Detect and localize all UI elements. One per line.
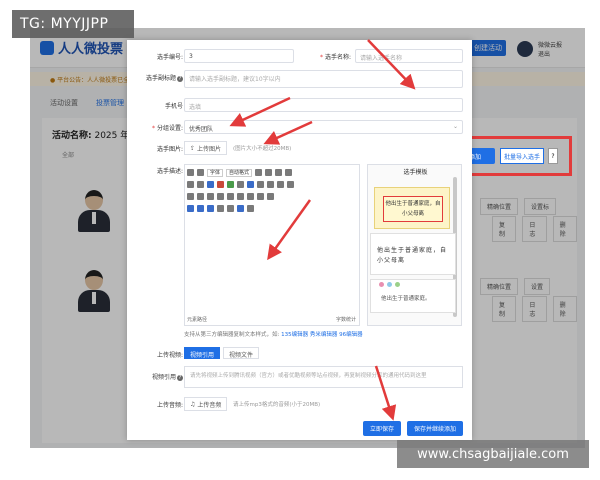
video-ref-textarea[interactable]: 请先将视频上传到腾讯视频（官方）或者优酷视频等站点视频，再复制视频分享的通用代码… — [184, 366, 463, 388]
save-and-continue-button[interactable]: 保存并继续添加 — [407, 421, 463, 436]
help-icon: ? — [177, 375, 183, 381]
screenshot-stage: 人人微投票 创建活动 微微云报 退出 ● 平台公告：人人微投票已全面升级，欢迎使… — [0, 0, 600, 480]
editor-link-135[interactable]: 135编辑器 — [281, 332, 308, 338]
template-card-text: 他出生于普通家庭，自小父母离 — [377, 247, 448, 264]
emoji-icon[interactable] — [257, 193, 264, 200]
bold-icon[interactable] — [255, 169, 263, 176]
list-icon[interactable] — [277, 181, 284, 188]
font-family-select[interactable]: 字体 — [207, 168, 224, 177]
phone-input[interactable]: 选填 — [184, 98, 463, 112]
phone-label: 手机号 — [164, 103, 183, 110]
anchor-icon[interactable] — [187, 205, 194, 212]
tab-video-link[interactable]: 视频引用 — [184, 347, 221, 359]
template-card[interactable]: 他出生于普通家庭，自小父母离 — [370, 233, 456, 275]
rich-text-editor: 字体 自动格式 元素路径 字数统计 — [184, 164, 360, 326]
subtitle-input[interactable]: 请输入选手副标题，建议10字以内 — [184, 70, 463, 88]
help-icon: ? — [177, 76, 183, 82]
undo-icon[interactable] — [197, 169, 204, 176]
audio-hint: 请上传mp3格式的音频(小于20MB) — [233, 402, 321, 408]
description-label: 选手描述: — [156, 168, 183, 175]
align-center-icon[interactable] — [217, 193, 224, 200]
link-icon[interactable] — [207, 181, 214, 188]
map-icon[interactable] — [227, 205, 234, 212]
italic-icon[interactable] — [265, 169, 273, 176]
tab-video-file[interactable]: 视频文件 — [223, 347, 260, 359]
editor-support-text: 支持从第三方编辑器复制文本样式，如: 135编辑器 秀米编辑器 96编辑器 — [184, 332, 363, 338]
headphones-icon: ♫ — [190, 400, 196, 408]
audio-label: 上传音频: — [156, 402, 183, 409]
special-char-icon[interactable] — [267, 193, 274, 200]
editor-content-area[interactable] — [187, 217, 359, 313]
editor-word-count: 字数统计 — [335, 317, 356, 323]
justify-icon[interactable] — [237, 193, 244, 200]
telegram-watermark: TG: MYYJJPP — [12, 10, 134, 38]
upload-icon: ⇪ — [190, 144, 196, 152]
editor-link-xiumi[interactable]: 秀米编辑器 — [310, 332, 338, 338]
image-icon[interactable] — [247, 181, 254, 188]
template-card[interactable]: 他出生于普通家庭，自小父母离 — [374, 187, 450, 229]
quote-icon[interactable] — [237, 181, 244, 188]
name-input[interactable]: 请输入选手名称 — [355, 49, 463, 63]
search-icon[interactable] — [247, 193, 254, 200]
site-watermark: www.chsagbaijiale.com — [397, 440, 589, 468]
upload-image-button[interactable]: ⇪ 上传图片 — [184, 141, 228, 155]
template-icon[interactable] — [237, 205, 244, 212]
align-left-icon[interactable] — [187, 193, 194, 200]
template-card-text: 他出生于普通家庭。 — [381, 296, 431, 302]
chevron-down-icon: ⌄ — [452, 123, 458, 130]
font-color-icon[interactable] — [217, 181, 224, 188]
ordered-list-icon[interactable] — [287, 181, 294, 188]
font-size-select[interactable]: 自动格式 — [226, 168, 253, 177]
editor-element-path: 元素路径 — [187, 317, 208, 323]
number-input[interactable]: 3 — [184, 49, 294, 63]
group-select[interactable]: 优秀团队 ⌄ — [184, 120, 463, 134]
indent-icon[interactable] — [207, 193, 214, 200]
superscript-icon[interactable] — [197, 181, 204, 188]
group-label: * 分组设置: — [152, 125, 183, 132]
text-format-icon[interactable] — [267, 181, 274, 188]
preview-icon[interactable] — [247, 205, 254, 212]
html-source-icon[interactable] — [187, 169, 194, 176]
video-icon[interactable] — [207, 205, 214, 212]
video-ref-label: 视频引用? — [151, 374, 183, 381]
strikethrough-icon[interactable] — [285, 169, 293, 176]
image-hint: (图片大小不超过20MB) — [233, 146, 292, 152]
editor-link-96[interactable]: 96编辑器 — [339, 332, 363, 338]
template-card-text: 他出生于普通家庭，自小父母离 — [383, 196, 443, 222]
decoration-dots-icon — [379, 282, 400, 287]
save-button[interactable]: 立即保存 — [363, 421, 401, 436]
highlight-color-icon[interactable] — [227, 181, 234, 188]
template-card[interactable]: 他出生于普通家庭。 — [370, 279, 456, 313]
table-icon[interactable] — [257, 181, 264, 188]
editor-toolbar: 字体 自动格式 — [187, 167, 359, 215]
underline-icon[interactable] — [275, 169, 283, 176]
image-label: 选手图片: — [156, 146, 183, 153]
clear-format-icon[interactable] — [187, 181, 194, 188]
upload-audio-button[interactable]: ♫ 上传音频 — [184, 397, 228, 411]
video-label: 上传视频: — [156, 352, 183, 359]
name-label: * 选手名称: — [320, 54, 351, 61]
attachment-icon[interactable] — [217, 205, 224, 212]
template-panel-title: 选手模板 — [403, 169, 428, 176]
template-panel: 选手模板 他出生于普通家庭，自小父母离 他出生于普通家庭，自小父母离 他出生于普… — [367, 164, 462, 326]
number-label: 选手编号: — [156, 54, 183, 61]
add-contestant-dialog: 选手编号: 3 * 选手名称: 请输入选手名称 选手副标题? 请输入选手副标题，… — [127, 40, 472, 440]
align-right-icon[interactable] — [227, 193, 234, 200]
media-icon[interactable] — [197, 205, 204, 212]
subtitle-label: 选手副标题? — [145, 75, 183, 82]
line-height-icon[interactable] — [197, 193, 204, 200]
